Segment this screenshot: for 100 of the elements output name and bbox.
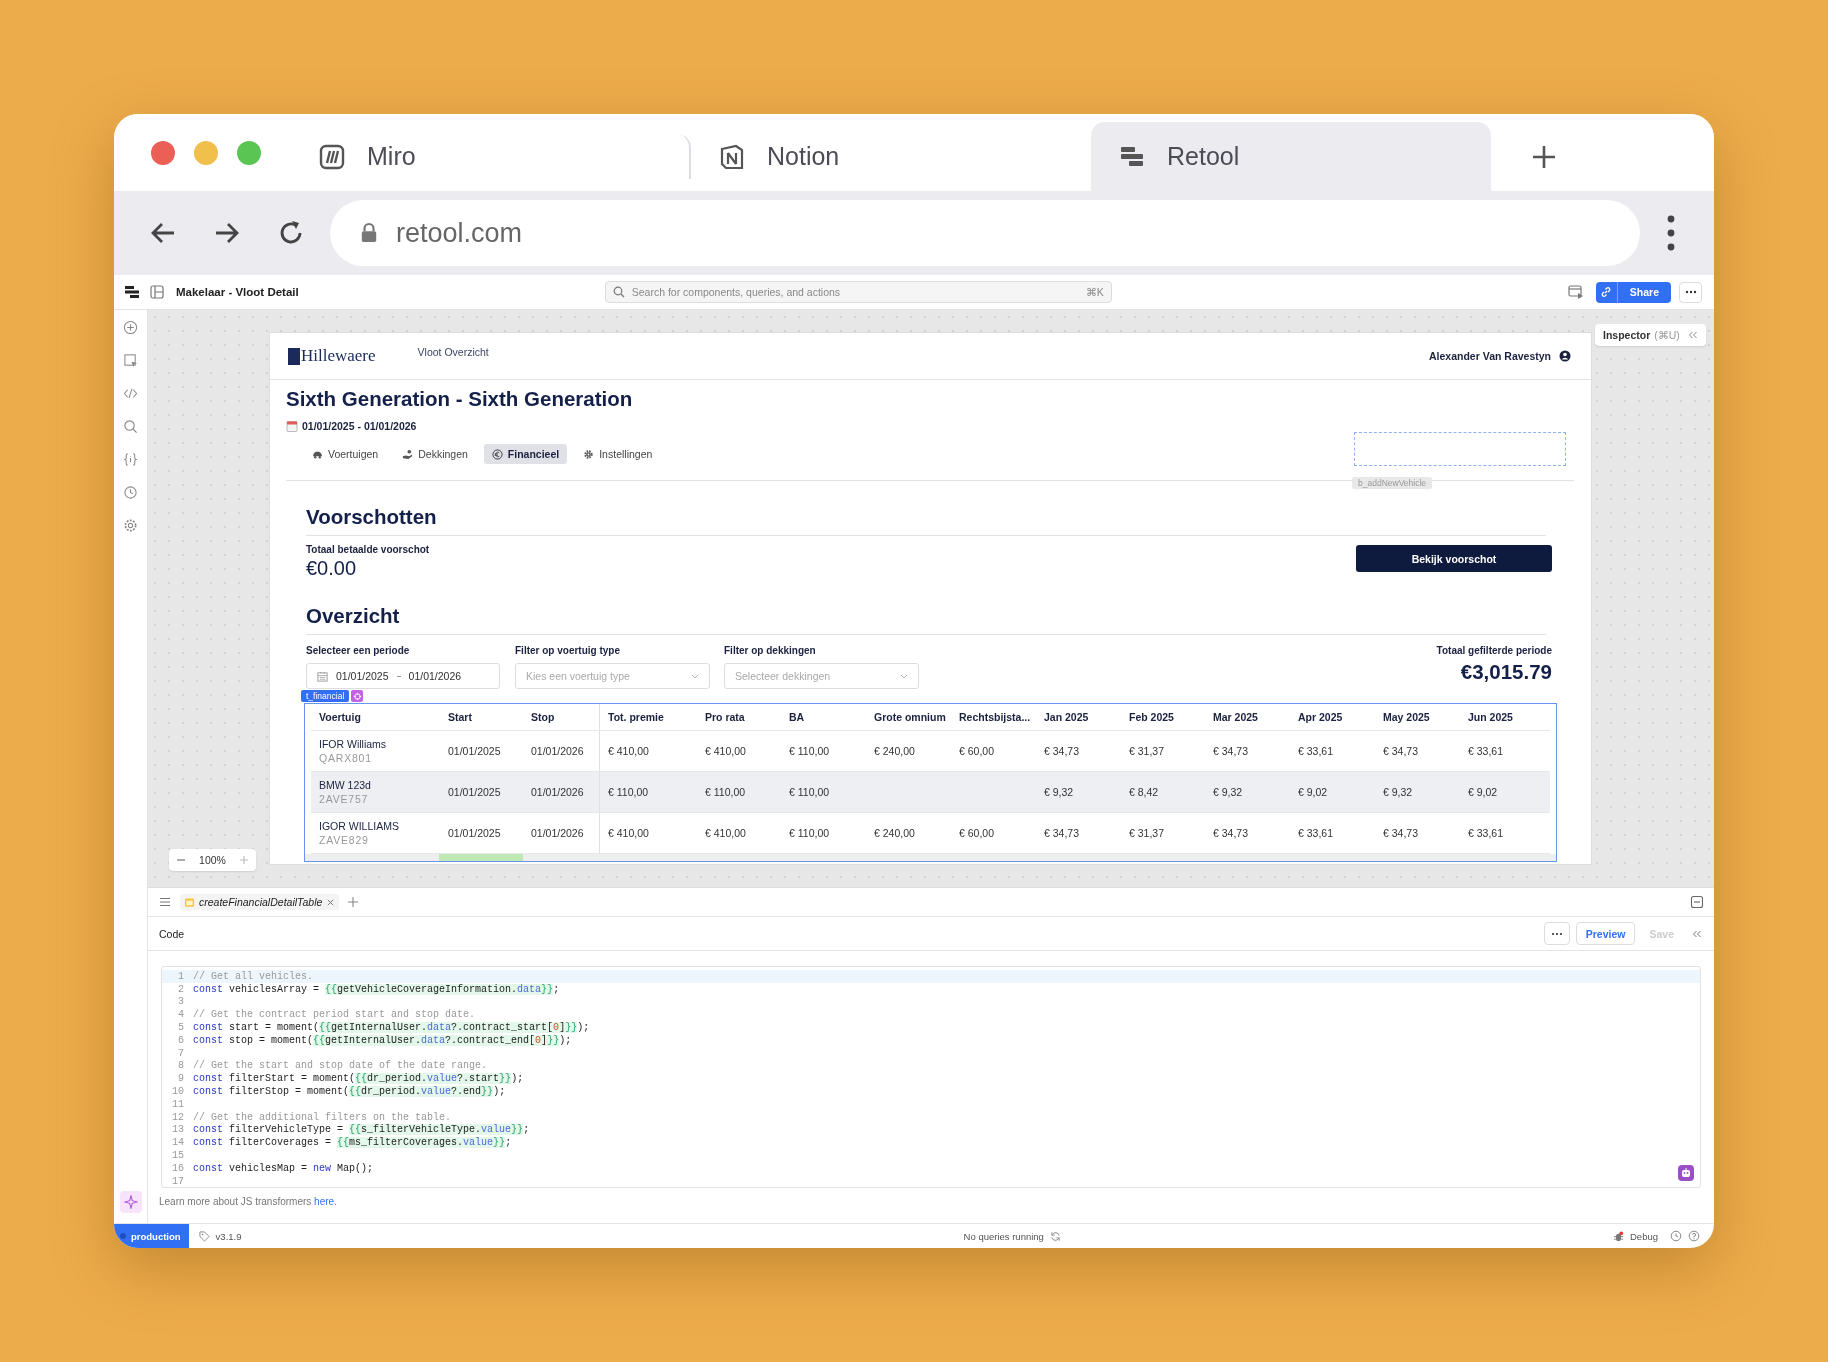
zoom-level: 100%: [199, 854, 226, 866]
table-cell: € 110,00: [789, 827, 830, 839]
table-cell: € 9,02: [1298, 786, 1328, 798]
code-line: const filterStart = moment({{dr_period.value?.start}});: [193, 1073, 524, 1085]
filter-label: Filter op voertuig type: [515, 645, 621, 656]
column-header[interactable]: Pro rata: [697, 711, 781, 723]
column-header[interactable]: Tot. premie: [600, 711, 697, 723]
code-line: const start = moment({{getInternalUser.data?.contract_start[0]}});: [193, 1022, 590, 1034]
table-cell: € 31,37: [1129, 827, 1165, 839]
code-line: // Get the contract period start and stop date.: [193, 1009, 476, 1021]
user-name: Alexander Van Ravestyn: [1429, 350, 1551, 362]
column-header[interactable]: Rechtsbijsta...: [951, 711, 1036, 723]
section-heading: Overzicht: [306, 604, 1546, 635]
section-heading: Voorschotten: [306, 505, 1546, 536]
table-cell: € 9,32: [1213, 786, 1243, 798]
table-cell: € 34,73: [1213, 745, 1249, 757]
column-header[interactable]: May 2025: [1375, 711, 1460, 723]
browser-tab[interactable]: Retool: [1091, 122, 1491, 191]
table-cell: € 110,00: [789, 745, 830, 757]
column-header[interactable]: Jun 2025: [1460, 711, 1544, 723]
column-header[interactable]: Feb 2025: [1121, 711, 1205, 723]
code-line: // Get the additional filters on the table.: [193, 1111, 452, 1123]
debug-button[interactable]: Debug: [1630, 1230, 1658, 1242]
table-cell: € 60,00: [959, 745, 995, 757]
table-cell: € 34,73: [1213, 827, 1249, 839]
table-cell: 01/01/2025: [448, 827, 501, 839]
code-line: const filterVehicleType = {{s_filterVehicleType.value}};: [193, 1124, 530, 1136]
table-row[interactable]: BMW 123d 2AVE757 01/01/2025 01/01/2026 € 110,00 € 110,00 € 110,00 € 9,32 € 8,42 € 9,32 € 9,02 € 9,32 € 9,02: [311, 772, 1550, 813]
table-cell: € 34,73: [1383, 827, 1419, 839]
line-number: 14: [171, 1137, 185, 1149]
page-title: Sixth Generation - Sixth Generation: [286, 387, 634, 411]
browser-tab[interactable]: Miro: [291, 134, 691, 179]
share-button[interactable]: Share: [1617, 281, 1671, 303]
vehicle-name: BMW 123d: [319, 779, 371, 791]
table-cell: € 34,73: [1044, 827, 1080, 839]
line-number: 7: [177, 1047, 185, 1059]
table-cell: € 34,73: [1044, 745, 1080, 757]
column-header[interactable]: Grote omnium: [866, 711, 951, 723]
browser-tab[interactable]: Notion: [691, 122, 1091, 191]
line-number: 15: [171, 1150, 185, 1162]
table-cell: € 31,37: [1129, 745, 1165, 757]
table-cell: € 9,32: [1044, 786, 1074, 798]
table-cell: € 110,00: [608, 786, 649, 798]
stat-value: €0.00: [306, 557, 358, 580]
total-value: €3,015.79: [1459, 660, 1552, 684]
code-line: const vehiclesArray = {{getVehicleCoverageInformation.data}};: [193, 983, 560, 995]
table-cell: € 240,00: [874, 745, 915, 757]
preview-button[interactable]: Preview: [1575, 922, 1636, 945]
column-header[interactable]: Voertuig: [311, 711, 440, 723]
table-cell: 01/01/2026: [531, 745, 584, 757]
line-number: 12: [171, 1111, 185, 1123]
query-tab[interactable]: createFinancialDetailTable: [180, 894, 340, 910]
table-cell: € 8,42: [1129, 786, 1159, 798]
line-number: 10: [171, 1086, 185, 1098]
table-cell: € 9,02: [1468, 786, 1498, 798]
table-cell: € 410,00: [705, 827, 746, 839]
table-cell: € 410,00: [608, 745, 649, 757]
line-number: 9: [177, 1073, 185, 1085]
line-number: 4: [177, 1009, 185, 1021]
code-line: const vehiclesMap = new Map();: [193, 1162, 374, 1174]
date-range-field[interactable]: 01/01/2025 01/01/2026: [306, 663, 500, 689]
inspector-toggle[interactable]: Inspector (⌘U): [1595, 324, 1706, 346]
column-header[interactable]: Mar 2025: [1205, 711, 1290, 723]
nav-link[interactable]: Vloot Overzicht: [417, 346, 489, 358]
help-text: Learn more about JS transformers here.: [159, 1196, 338, 1207]
page-tab[interactable]: Financieel: [483, 444, 568, 464]
table-cell: € 240,00: [874, 827, 915, 839]
line-number: 13: [171, 1124, 185, 1136]
column-header[interactable]: Start: [440, 711, 523, 723]
line-number: 17: [171, 1175, 185, 1187]
page-tab[interactable]: Dekkingen: [394, 444, 476, 464]
vehicle-name: IGOR WILLIAMS: [319, 820, 399, 832]
page-tab[interactable]: Voertuigen: [304, 444, 387, 464]
line-number: 8: [177, 1060, 185, 1072]
table-cell: € 110,00: [705, 786, 746, 798]
column-header[interactable]: Apr 2025: [1290, 711, 1375, 723]
column-header[interactable]: Stop: [523, 704, 600, 730]
page-tab[interactable]: Instellingen: [575, 444, 661, 464]
component-tag[interactable]: t_financial: [301, 690, 350, 702]
table-cell: € 410,00: [608, 827, 649, 839]
total-label: Totaal gefilterde periode: [1436, 645, 1552, 656]
view-advance-button[interactable]: Bekijk voorschot: [1356, 545, 1552, 572]
section-label: Code: [159, 927, 185, 940]
column-header[interactable]: Jan 2025: [1036, 711, 1121, 723]
plate-number: ZAVE829: [319, 834, 369, 846]
environment-badge[interactable]: production: [114, 1224, 189, 1248]
table-cell: € 410,00: [705, 745, 746, 757]
table-cell: € 33,61: [1298, 745, 1334, 757]
line-number: 11: [171, 1098, 185, 1110]
address-bar[interactable]: retool.com: [330, 200, 1640, 266]
code-line: const filterStop = moment({{dr_period.value?.end}});: [193, 1086, 506, 1098]
column-header[interactable]: BA: [781, 711, 866, 723]
table-cell: € 33,61: [1298, 827, 1334, 839]
plate-number: QARX801: [319, 752, 372, 764]
table-cell: € 60,00: [959, 827, 995, 839]
app-title: Makelaar - Vloot Detail: [176, 286, 299, 298]
query-status: No queries running: [963, 1230, 1044, 1242]
line-number: 6: [177, 1034, 185, 1046]
code-line: const stop = moment({{getInternalUser.data?.contract_end[0]}});: [193, 1034, 572, 1046]
stat-label: Totaal betaalde voorschot: [306, 544, 430, 555]
